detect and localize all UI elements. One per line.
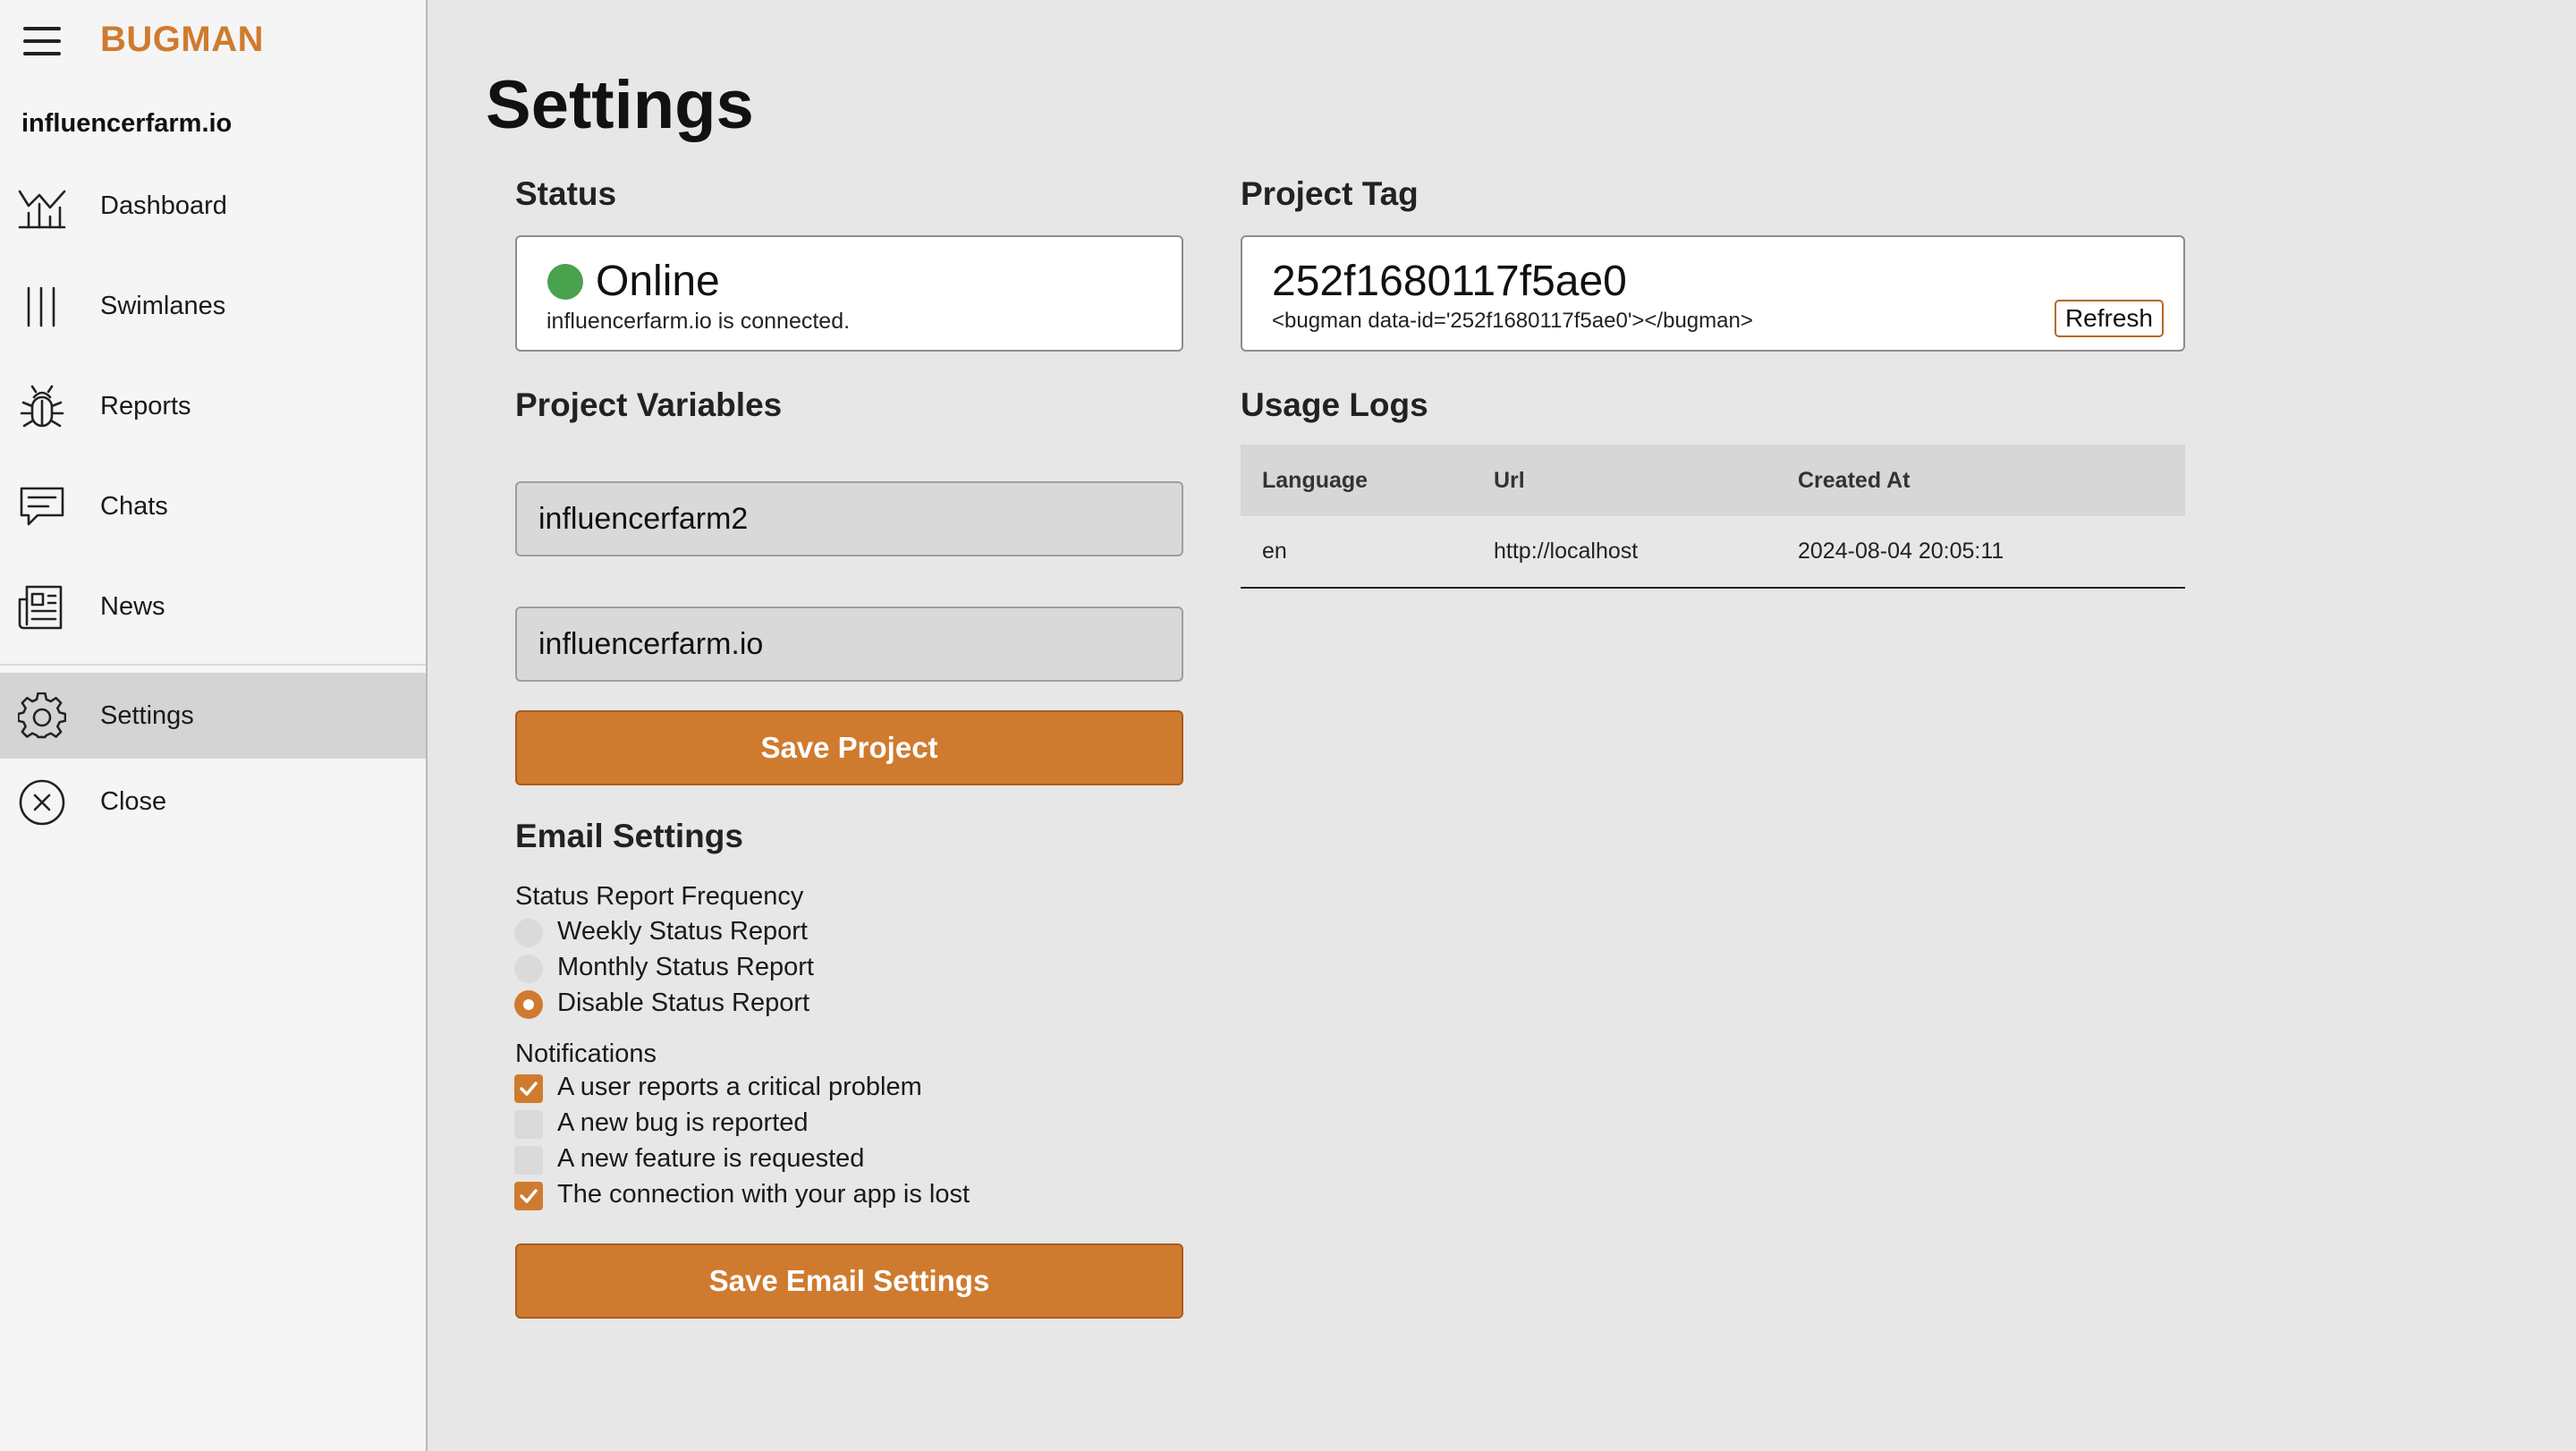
cell-url: http://localhost (1472, 516, 1776, 589)
status-section-title: Status (515, 175, 617, 212)
checkmark-icon (520, 1189, 538, 1203)
newspaper-icon (18, 583, 66, 632)
chat-icon (18, 483, 66, 531)
sidebar-item-settings[interactable]: Settings (0, 673, 426, 759)
save-project-button[interactable]: Save Project (515, 710, 1183, 785)
usage-logs-section-title: Usage Logs (1241, 386, 1428, 423)
project-name: influencerfarm.io (21, 109, 233, 138)
refresh-button[interactable]: Refresh (2054, 300, 2164, 337)
page-title: Settings (486, 67, 754, 143)
cell-created-at: 2024-08-04 20:05:11 (1776, 516, 2185, 589)
project-tag-section-title: Project Tag (1241, 175, 1419, 212)
project-name-input[interactable] (515, 481, 1183, 556)
table-row: en http://localhost 2024-08-04 20:05:11 (1241, 516, 2185, 589)
swimlanes-icon (18, 283, 66, 331)
checkbox-label: A new bug is reported (557, 1108, 809, 1137)
checkbox[interactable] (514, 1110, 543, 1139)
column-header-url: Url (1472, 445, 1776, 516)
save-email-settings-button[interactable]: Save Email Settings (515, 1243, 1183, 1319)
cell-language: en (1241, 516, 1472, 589)
status-card: Online influencerfarm.io is connected. (515, 235, 1183, 352)
project-tag-snippet: <bugman data-id='252f1680117f5ae0'></bug… (1272, 309, 1753, 333)
brand-logo[interactable]: BUGMAN (100, 20, 264, 60)
dashboard-chart-icon (18, 182, 66, 231)
sidebar-item-label: Chats (100, 492, 168, 521)
sidebar-divider (0, 664, 426, 666)
project-variables-section-title: Project Variables (515, 386, 783, 423)
sidebar: BUGMAN influencerfarm.io Dashboard Swiml (0, 0, 428, 1451)
close-circle-icon (18, 778, 66, 827)
radio-button[interactable] (514, 919, 543, 947)
sidebar-item-label: Close (100, 787, 167, 816)
sidebar-item-reports[interactable]: Reports (0, 363, 426, 449)
checkbox-checked[interactable] (514, 1182, 543, 1210)
radio-label: Disable Status Report (557, 989, 810, 1017)
column-header-created-at: Created At (1776, 445, 2185, 516)
checkmark-icon (520, 1082, 538, 1096)
checkbox-label: The connection with your app is lost (557, 1180, 970, 1209)
checkbox-label: A new feature is requested (557, 1144, 865, 1173)
checkbox[interactable] (514, 1146, 543, 1175)
project-tag-value: 252f1680117f5ae0 (1272, 258, 1627, 305)
notifications-label: Notifications (515, 1039, 657, 1068)
status-value: Online (596, 258, 720, 305)
column-header-language: Language (1241, 445, 1472, 516)
sidebar-item-close[interactable]: Close (0, 759, 426, 844)
hamburger-menu-icon[interactable] (23, 25, 61, 57)
project-domain-input[interactable] (515, 607, 1183, 682)
sidebar-item-dashboard[interactable]: Dashboard (0, 163, 426, 249)
radio-label: Weekly Status Report (557, 917, 808, 946)
status-report-frequency-label: Status Report Frequency (515, 882, 804, 911)
sidebar-item-label: Swimlanes (100, 292, 226, 320)
sidebar-item-label: Reports (100, 392, 191, 420)
radio-label: Monthly Status Report (557, 953, 814, 981)
status-online-dot-icon (547, 264, 583, 300)
radio-button[interactable] (514, 955, 543, 983)
radio-button-selected[interactable] (514, 990, 543, 1019)
email-settings-section-title: Email Settings (515, 818, 743, 854)
bug-icon (18, 383, 66, 431)
usage-logs-table: Language Url Created At en http://localh… (1241, 445, 2185, 589)
table-header-row: Language Url Created At (1241, 445, 2185, 516)
checkbox-checked[interactable] (514, 1074, 543, 1103)
project-tag-card: 252f1680117f5ae0 <bugman data-id='252f16… (1241, 235, 2185, 352)
gear-icon (18, 692, 66, 741)
sidebar-item-label: Dashboard (100, 191, 227, 220)
sidebar-item-news[interactable]: News (0, 564, 426, 649)
sidebar-item-label: News (100, 592, 165, 621)
sidebar-item-chats[interactable]: Chats (0, 463, 426, 549)
sidebar-item-label: Settings (100, 701, 194, 730)
sidebar-header: BUGMAN (0, 0, 428, 82)
sidebar-item-swimlanes[interactable]: Swimlanes (0, 263, 426, 349)
status-description: influencerfarm.io is connected. (547, 309, 851, 334)
checkbox-label: A user reports a critical problem (557, 1073, 922, 1101)
